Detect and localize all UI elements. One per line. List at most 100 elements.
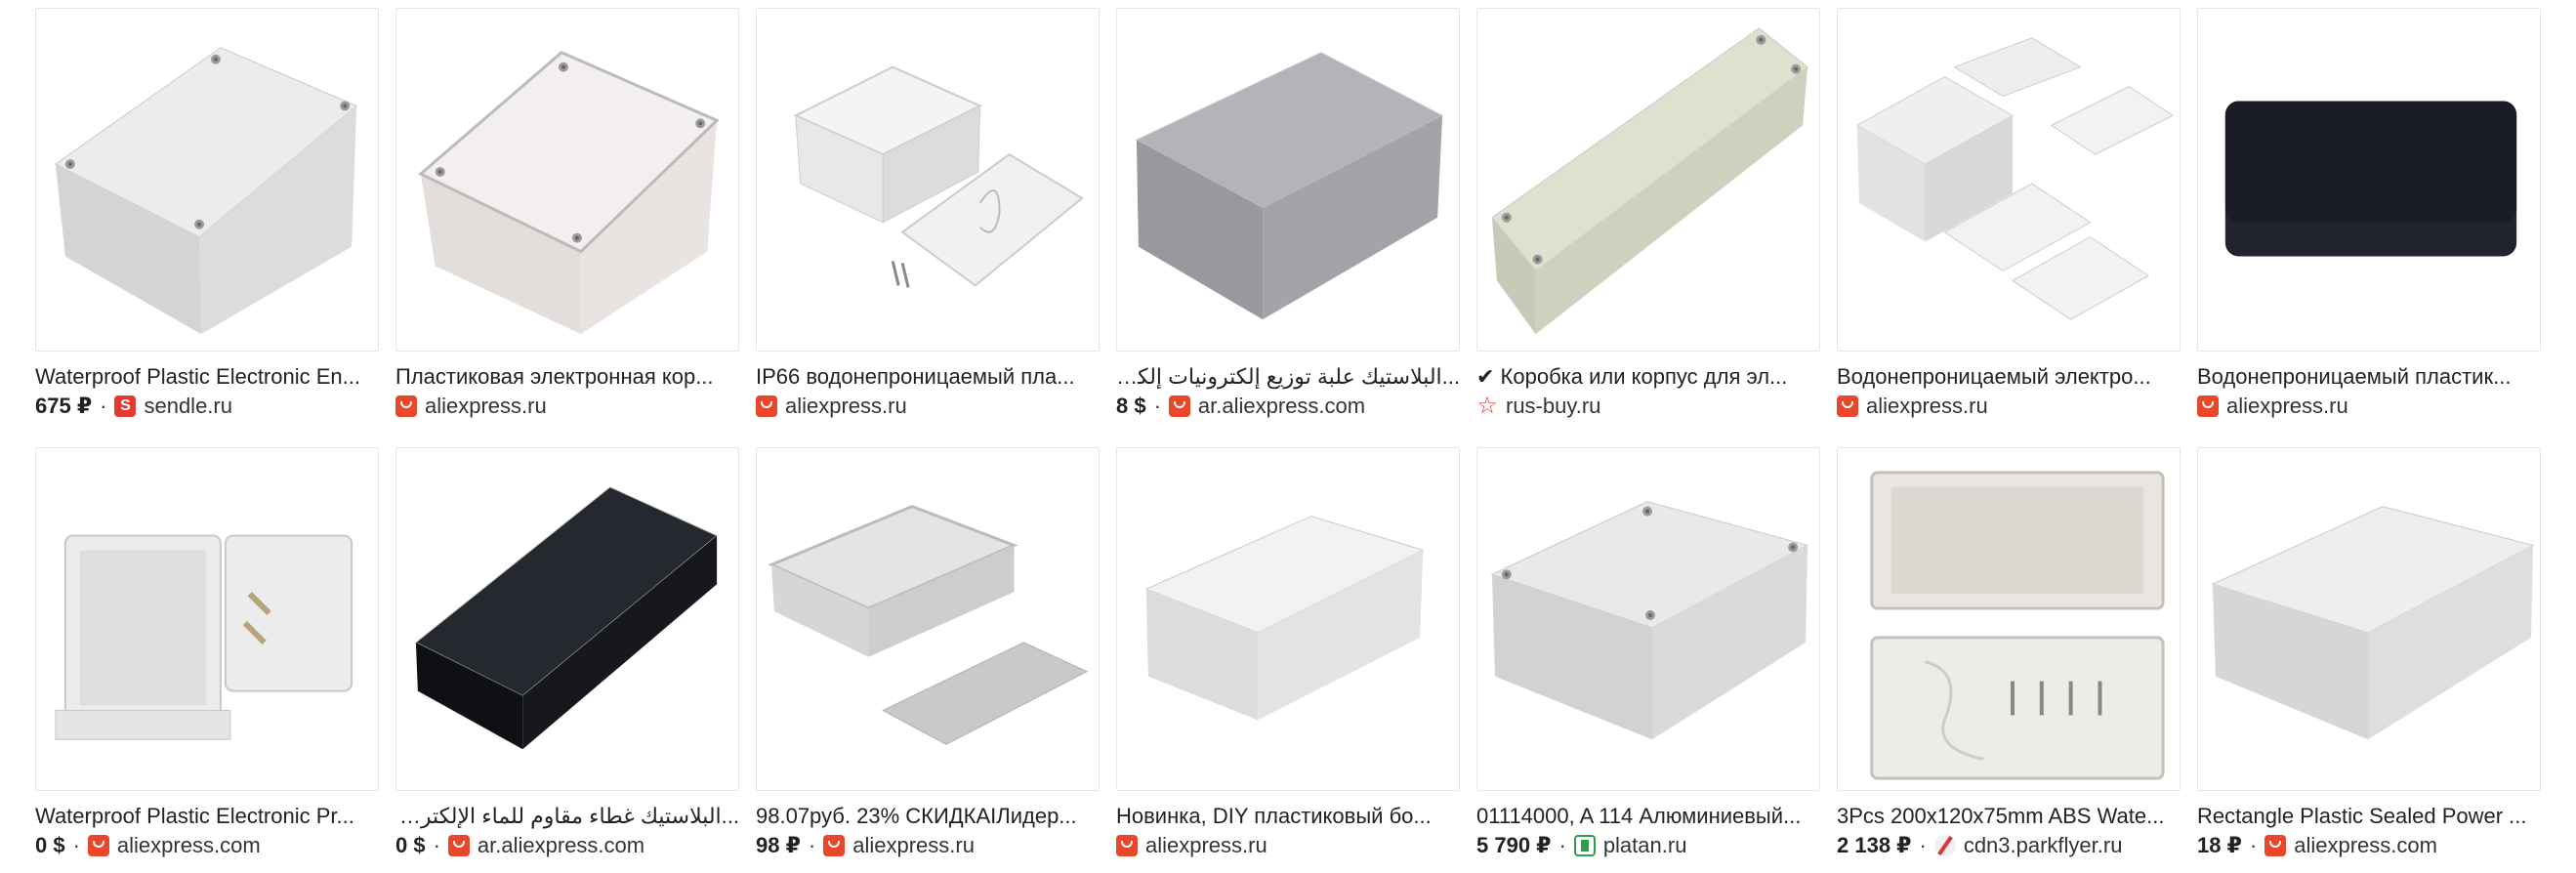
result-source: 0 $ · ar.aliexpress.com (395, 833, 739, 858)
result-title[interactable]: ...البلاستيك غطاء مقاوم للماء الإلكتروني… (395, 804, 739, 829)
result-thumbnail[interactable] (1837, 447, 2181, 791)
separator-dot: · (808, 833, 816, 857)
result-domain[interactable]: aliexpress.ru (852, 833, 975, 858)
result-source: 8 $ · ar.aliexpress.com (1116, 394, 1460, 419)
result-thumbnail[interactable] (756, 8, 1100, 352)
result-source: 0 $ · aliexpress.com (35, 833, 379, 858)
result-price: 2 138 ₽ (1837, 833, 1912, 857)
result-domain[interactable]: aliexpress.ru (2226, 394, 2348, 419)
result-title[interactable]: ...البلاستيك علبة توزيع إلكترونيات إلكتر… (1116, 364, 1460, 390)
separator-dot: · (1919, 833, 1927, 857)
image-results-grid: Waterproof Plastic Electronic En... 675 ₽… (35, 8, 2541, 873)
result-domain[interactable]: platan.ru (1603, 833, 1687, 858)
star-icon: ☆ (1476, 394, 1498, 419)
image-result-card[interactable]: Новинка, DIY пластиковый бо... aliexpress… (1116, 447, 1460, 873)
separator-dot: · (433, 833, 440, 857)
image-result-card[interactable]: 3Pcs 200x120x75mm ABS Wate... 2 138 ₽ · cdn… (1837, 447, 2181, 873)
separator-dot: · (100, 394, 107, 418)
result-thumbnail[interactable] (756, 447, 1100, 791)
result-title[interactable]: Waterproof Plastic Electronic Pr... (35, 804, 379, 829)
result-title[interactable]: Rectangle Plastic Sealed Power ... (2197, 804, 2541, 829)
aliexpress-icon (395, 395, 417, 417)
separator-dot: · (2249, 833, 2258, 857)
result-source: ☆ rus-buy.ru (1476, 394, 1820, 419)
aliexpress-icon (1837, 395, 1858, 417)
result-thumbnail[interactable] (395, 8, 739, 352)
separator-dot: · (1153, 394, 1161, 418)
result-source: aliexpress.ru (395, 394, 739, 419)
result-source: 5 790 ₽ · platan.ru (1476, 833, 1820, 858)
aliexpress-icon (1168, 395, 1190, 417)
result-price: 675 ₽ (35, 394, 93, 418)
result-title[interactable]: Waterproof Plastic Electronic En... (35, 364, 379, 390)
parkflyer-icon (1933, 835, 1956, 856)
result-domain[interactable]: aliexpress.ru (425, 394, 547, 419)
result-source: aliexpress.ru (756, 394, 1100, 419)
result-title[interactable]: IP66 водонепроницаемый пла... (756, 364, 1100, 390)
result-domain[interactable]: aliexpress.ru (1145, 833, 1267, 858)
image-result-card[interactable]: ...البلاستيك علبة توزيع إلكترونيات إلكتر… (1116, 8, 1460, 434)
result-thumbnail[interactable] (395, 447, 739, 791)
result-domain[interactable]: sendle.ru (144, 394, 232, 419)
result-title[interactable]: 01114000, A 114 Алюминиевый... (1476, 804, 1820, 829)
result-source: aliexpress.ru (2197, 394, 2541, 419)
result-source: 2 138 ₽ · cdn3.parkflyer.ru (1837, 833, 2181, 858)
aliexpress-icon (1116, 835, 1138, 856)
image-result-card[interactable]: Водонепроницаемый пластик... aliexpress.r… (2197, 8, 2541, 434)
result-thumbnail[interactable] (35, 447, 379, 791)
separator-dot: · (72, 833, 80, 857)
platan-icon (1573, 835, 1596, 856)
image-result-card[interactable]: Водонепроницаемый электро... aliexpress.r… (1837, 8, 2181, 434)
result-title[interactable]: Водонепроницаемый электро... (1837, 364, 2181, 390)
result-thumbnail[interactable] (2197, 8, 2541, 352)
result-domain[interactable]: ar.aliexpress.com (1198, 394, 1365, 419)
result-thumbnail[interactable] (1476, 8, 1820, 352)
aliexpress-icon (447, 835, 470, 856)
result-title[interactable]: 3Pcs 200x120x75mm ABS Wate... (1837, 804, 2181, 829)
sendle-icon: S (114, 395, 137, 417)
result-title[interactable]: 98.07руб. 23% СКИДКАІЛидер... (756, 804, 1100, 829)
result-price: 0 $ (395, 833, 426, 857)
result-source: 98 ₽ · aliexpress.ru (756, 833, 1100, 858)
result-title[interactable]: Новинка, DIY пластиковый бо... (1116, 804, 1460, 829)
result-price: 5 790 ₽ (1476, 833, 1552, 857)
result-thumbnail[interactable] (1116, 447, 1460, 791)
result-thumbnail[interactable] (1837, 8, 2181, 352)
result-source: aliexpress.ru (1837, 394, 2181, 419)
result-source: 18 ₽ · aliexpress.com (2197, 833, 2541, 858)
aliexpress-icon (87, 835, 109, 856)
result-domain[interactable]: aliexpress.ru (785, 394, 907, 419)
image-result-card[interactable]: Waterproof Plastic Electronic Pr... 0 $ · a… (35, 447, 379, 873)
result-title[interactable]: ✔ Коробка или корпус для эл... (1476, 364, 1820, 390)
result-price: 18 ₽ (2197, 833, 2242, 857)
result-domain[interactable]: ar.aliexpress.com (478, 833, 644, 858)
result-thumbnail[interactable] (35, 8, 379, 352)
result-thumbnail[interactable] (1476, 447, 1820, 791)
result-title[interactable]: Водонепроницаемый пластик... (2197, 364, 2541, 390)
image-result-card[interactable]: 98.07руб. 23% СКИДКАІЛидер... 98 ₽ · aliexp… (756, 447, 1100, 873)
result-title[interactable]: Пластиковая электронная кор... (395, 364, 739, 390)
result-domain[interactable]: rus-buy.ru (1506, 394, 1600, 419)
result-domain[interactable]: cdn3.parkflyer.ru (1964, 833, 2123, 858)
image-result-card[interactable]: ✔ Коробка или корпус для эл... ☆ rus-buy.r… (1476, 8, 1820, 434)
image-result-card[interactable]: Waterproof Plastic Electronic En... 675 ₽… (35, 8, 379, 434)
image-result-card[interactable]: ...البلاستيك غطاء مقاوم للماء الإلكتروني… (395, 447, 739, 873)
result-source: 675 ₽ · Ssendle.ru (35, 394, 379, 419)
separator-dot: · (1558, 833, 1566, 857)
result-domain[interactable]: aliexpress.ru (1866, 394, 1988, 419)
image-result-card[interactable]: Пластиковая электронная кор... aliexpress… (395, 8, 739, 434)
result-domain[interactable]: aliexpress.com (117, 833, 261, 858)
result-domain[interactable]: aliexpress.com (2294, 833, 2437, 858)
result-thumbnail[interactable] (1116, 8, 1460, 352)
image-result-card[interactable]: 01114000, A 114 Алюминиевый... 5 790 ₽ · pl… (1476, 447, 1820, 873)
aliexpress-icon (823, 835, 846, 856)
result-thumbnail[interactable] (2197, 447, 2541, 791)
aliexpress-icon (2264, 835, 2287, 856)
result-price: 98 ₽ (756, 833, 801, 857)
image-result-card[interactable]: Rectangle Plastic Sealed Power ... 18 ₽ · a… (2197, 447, 2541, 873)
aliexpress-icon (2197, 395, 2219, 417)
image-result-card[interactable]: IP66 водонепроницаемый пла... aliexpress.… (756, 8, 1100, 434)
aliexpress-icon (756, 395, 777, 417)
result-price: 8 $ (1116, 394, 1146, 418)
result-price: 0 $ (35, 833, 65, 857)
